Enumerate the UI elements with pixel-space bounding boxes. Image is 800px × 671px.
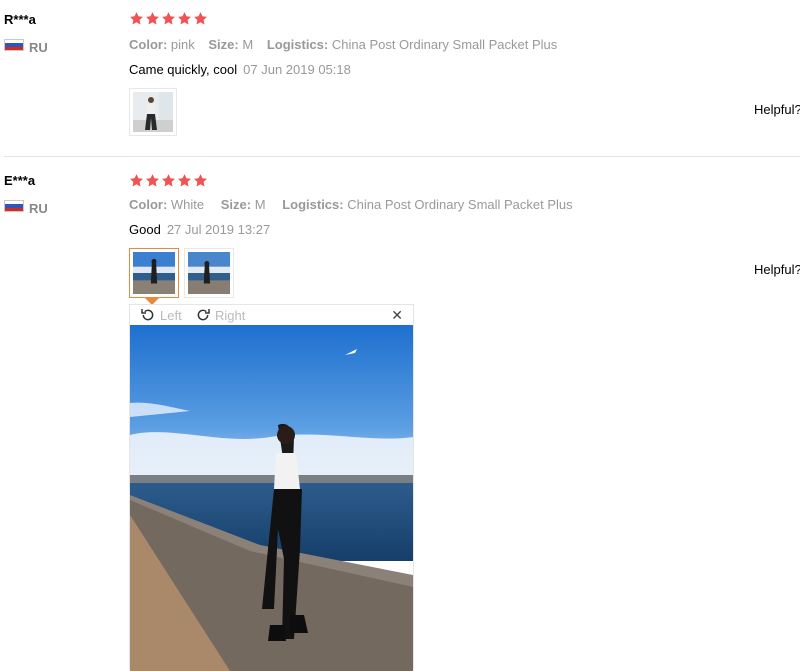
feedback-text: Came quickly, cool [129, 62, 238, 77]
logistics-value: China Post Ordinary Small Packet Plus [331, 37, 558, 52]
helpful-link[interactable]: Helpful? [754, 262, 800, 277]
russia-flag-icon [4, 200, 24, 212]
reviewer-name: E***a [4, 173, 36, 188]
color-value: pink [170, 37, 195, 52]
review-photo-large [130, 325, 413, 671]
review-feedback: Came quickly, cool 07 Jun 2019 05:18 [129, 62, 351, 77]
rotate-right-button[interactable]: Right [195, 307, 245, 323]
photo-viewer: Left Right ✕ [129, 304, 414, 671]
star-icon [145, 173, 160, 188]
size-label: Size: [208, 37, 239, 52]
star-icon [161, 173, 176, 188]
logistics-label: Logistics: [282, 197, 344, 212]
helpful-link[interactable]: Helpful? [754, 102, 800, 117]
review-photo-thumbnail[interactable] [184, 248, 234, 298]
star-icon [145, 11, 160, 26]
review-photo-thumbnail-active[interactable] [129, 248, 179, 305]
rotate-left-icon [140, 307, 156, 323]
order-attributes: Color: pink Size: M Logistics: China Pos… [129, 37, 557, 52]
size-value: M [242, 37, 254, 52]
logistics-value: China Post Ordinary Small Packet Plus [347, 197, 573, 212]
color-label: Color: [129, 197, 168, 212]
review-item: E***a RU Color: White Size: M Logistics:… [0, 157, 800, 671]
size-value: M [254, 197, 266, 212]
star-icon [177, 11, 192, 26]
star-icon [193, 11, 208, 26]
star-rating [129, 173, 208, 188]
review-date: 07 Jun 2019 05:18 [243, 62, 351, 77]
review-photo-thumbnail[interactable] [129, 88, 177, 136]
logistics-label: Logistics: [266, 37, 329, 52]
star-icon [129, 11, 144, 26]
order-attributes: Color: White Size: M Logistics: China Po… [129, 197, 573, 212]
close-icon[interactable]: ✕ [391, 307, 403, 324]
rotate-left-label: Left [160, 307, 182, 323]
reviewer-country: RU [29, 40, 48, 55]
rotate-left-button[interactable]: Left [140, 307, 182, 323]
feedback-text: Good [129, 222, 161, 237]
color-label: Color: [129, 37, 168, 52]
size-label: Size: [220, 197, 252, 212]
star-rating [129, 11, 208, 26]
reviewer-country: RU [29, 201, 48, 216]
star-icon [193, 173, 208, 188]
rotate-right-icon [195, 307, 211, 323]
russia-flag-icon [4, 39, 24, 51]
star-icon [161, 11, 176, 26]
star-icon [177, 173, 192, 188]
review-feedback: Good 27 Jul 2019 13:27 [129, 222, 270, 237]
review-item: R***a RU Color: pink Size: M Logistics: … [0, 0, 800, 157]
color-value: White [170, 197, 205, 212]
rotate-right-label: Right [215, 307, 246, 323]
star-icon [129, 173, 144, 188]
photo-viewer-toolbar: Left Right ✕ [130, 305, 413, 325]
review-date: 27 Jul 2019 13:27 [166, 222, 271, 237]
reviewer-name: R***a [4, 12, 36, 27]
